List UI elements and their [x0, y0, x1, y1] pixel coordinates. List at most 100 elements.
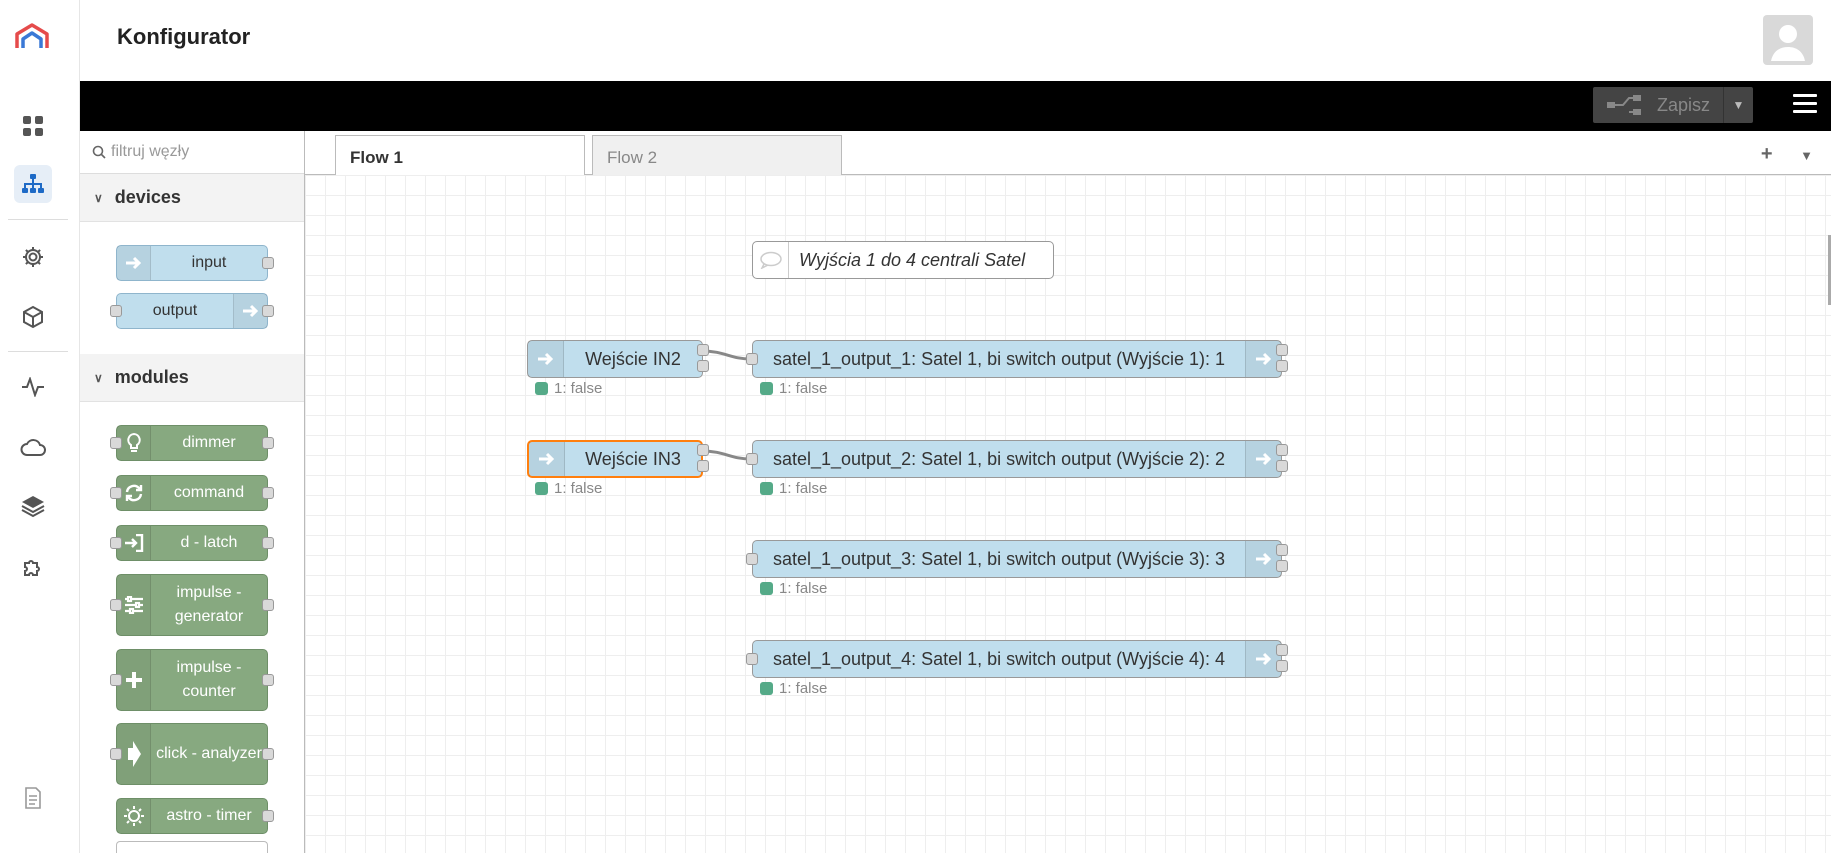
deploy-dropdown-caret-icon[interactable]: ▼	[1723, 87, 1753, 123]
flow-node-satel-output-2[interactable]: satel_1_output_2: Satel 1, bi switch out…	[746, 440, 1288, 478]
palette-category-modules[interactable]: ∨ modules	[80, 354, 304, 402]
status-text: 1: false	[779, 680, 828, 697]
palette-search[interactable]: filtruj węzły	[80, 131, 304, 174]
palette-search-input[interactable]: filtruj węzły	[111, 143, 189, 161]
output-port[interactable]	[262, 674, 274, 686]
wire[interactable]	[701, 349, 752, 361]
app-header: Konfigurator	[80, 0, 1831, 81]
flow-workspace[interactable]: Wyjścia 1 do 4 centrali Satel Wejście IN…	[305, 175, 1831, 853]
wire[interactable]	[701, 449, 752, 461]
output-port[interactable]	[262, 487, 274, 499]
palette-node-label: dimmer	[182, 434, 236, 451]
node-label: satel_1_output_3: Satel 1, bi switch out…	[772, 548, 1226, 569]
palette-node-click-analyzer[interactable]: click - analyzer	[110, 723, 274, 785]
palette-node-impulse-counter[interactable]: impulse - counter	[110, 649, 274, 711]
node-label: satel_1_output_2: Satel 1, bi switch out…	[772, 448, 1226, 469]
output-port[interactable]	[262, 810, 274, 822]
flow-tree-icon[interactable]	[14, 165, 52, 203]
output-port[interactable]	[262, 748, 274, 760]
tab-flow-1[interactable]: Flow 1	[335, 135, 585, 176]
output-port[interactable]	[262, 599, 274, 611]
flow-node-input-in3[interactable]: Wejście IN3	[527, 440, 709, 478]
palette-node-output[interactable]: output	[110, 293, 274, 329]
input-port[interactable]	[110, 487, 122, 499]
puzzle-icon[interactable]	[14, 548, 52, 586]
document-icon[interactable]	[14, 779, 52, 817]
flow-node-satel-output-1[interactable]: satel_1_output_1: Satel 1, bi switch out…	[746, 340, 1288, 378]
node-status: 1: false	[760, 380, 827, 397]
flow-node-satel-output-3[interactable]: satel_1_output_3: Satel 1, bi switch out…	[746, 540, 1288, 578]
palette-node-input[interactable]: input	[116, 245, 274, 281]
palette-node-astro-timer[interactable]: astro - timer	[116, 798, 274, 834]
tab-list-chevron-down-icon[interactable]: ▼	[1800, 148, 1813, 163]
cloud-icon[interactable]	[14, 428, 52, 466]
input-port[interactable]	[746, 353, 758, 365]
dashboard-icon[interactable]	[14, 107, 52, 145]
flow-node-input-in2[interactable]: Wejście IN2	[527, 340, 709, 378]
plus-icon	[117, 650, 151, 710]
input-port[interactable]	[110, 674, 122, 686]
output-port[interactable]	[1276, 460, 1288, 472]
output-port[interactable]	[262, 537, 274, 549]
layers-icon[interactable]	[14, 487, 52, 525]
palette-node-impulse-generator[interactable]: impulse - generator	[110, 574, 274, 636]
add-flow-plus-icon[interactable]: +	[1761, 143, 1773, 165]
output-port[interactable]	[262, 437, 274, 449]
chevron-down-icon: ∨	[94, 370, 103, 385]
cube-icon[interactable]	[14, 298, 52, 336]
input-port[interactable]	[110, 599, 122, 611]
avatar[interactable]	[1763, 15, 1813, 65]
palette-node-label: input	[191, 254, 227, 271]
status-dot	[760, 482, 773, 495]
input-port[interactable]	[746, 653, 758, 665]
sliders-icon	[117, 575, 151, 635]
input-port[interactable]	[746, 453, 758, 465]
node-label: satel_1_output_4: Satel 1, bi switch out…	[772, 648, 1226, 669]
input-port[interactable]	[746, 553, 758, 565]
main-menu-hamburger-icon[interactable]	[1793, 94, 1817, 116]
tab-flow-2[interactable]: Flow 2	[592, 135, 842, 176]
input-port[interactable]	[110, 437, 122, 449]
palette-node-d-latch[interactable]: d - latch	[110, 525, 274, 561]
app-rail	[0, 0, 80, 853]
palette-node-label: output	[152, 302, 198, 319]
arrow-right-icon	[529, 442, 565, 476]
flow-node-satel-output-4[interactable]: satel_1_output_4: Satel 1, bi switch out…	[746, 640, 1288, 678]
palette-category-devices[interactable]: ∨ devices	[80, 174, 304, 222]
output-port[interactable]	[1276, 444, 1288, 456]
rail-divider	[8, 219, 68, 220]
output-port[interactable]	[697, 360, 709, 372]
output-port[interactable]	[697, 444, 709, 456]
palette-node-label: astro - timer	[166, 807, 252, 824]
output-port[interactable]	[1276, 644, 1288, 656]
category-label: modules	[114, 367, 189, 387]
output-port[interactable]	[262, 257, 274, 269]
node-status: 1: false	[760, 680, 827, 697]
status-text: 1: false	[779, 580, 828, 597]
home-logo-icon[interactable]	[14, 22, 50, 52]
deploy-button[interactable]: Zapisz ▼	[1593, 87, 1753, 123]
input-port[interactable]	[110, 748, 122, 760]
input-port[interactable]	[110, 305, 122, 317]
status-text: 1: false	[779, 380, 828, 397]
input-port[interactable]	[110, 537, 122, 549]
comment-node[interactable]: Wyjścia 1 do 4 centrali Satel	[752, 241, 1054, 279]
output-port[interactable]	[1276, 544, 1288, 556]
output-port[interactable]	[1276, 560, 1288, 572]
output-port[interactable]	[1276, 660, 1288, 672]
output-port[interactable]	[262, 305, 274, 317]
output-port[interactable]	[1276, 344, 1288, 356]
palette-node-command[interactable]: command	[110, 475, 274, 511]
gear-icon[interactable]	[14, 238, 52, 276]
arrow-right-icon	[117, 724, 151, 784]
status-dot	[535, 482, 548, 495]
activity-icon[interactable]	[14, 368, 52, 406]
rail-divider	[8, 351, 68, 352]
palette-node-label: command	[173, 484, 245, 501]
output-port[interactable]	[1276, 360, 1288, 372]
search-icon	[92, 145, 106, 159]
editor-header: Zapisz ▼	[80, 81, 1831, 131]
palette-node-dimmer[interactable]: dimmer	[110, 425, 274, 461]
output-port[interactable]	[697, 460, 709, 472]
output-port[interactable]	[697, 344, 709, 356]
